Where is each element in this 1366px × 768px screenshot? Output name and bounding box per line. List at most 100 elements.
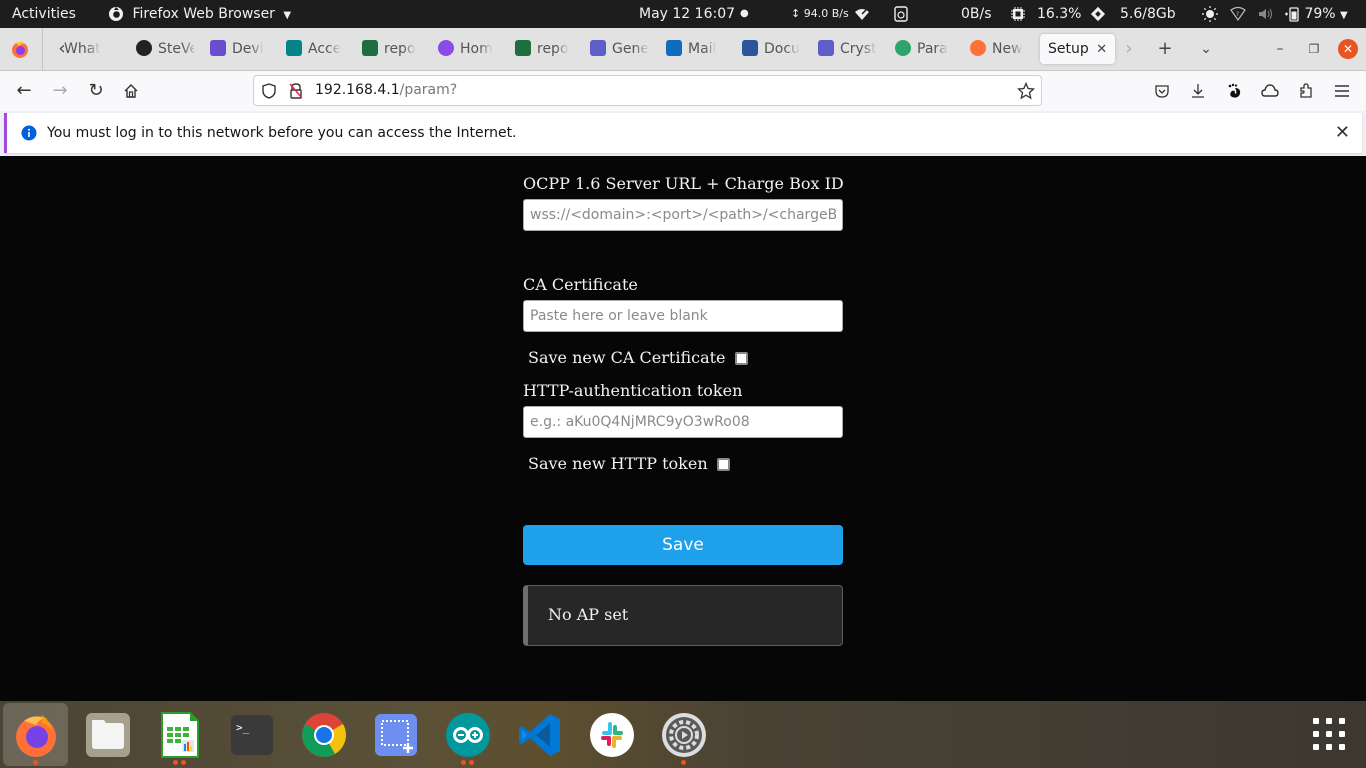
info-icon [21,125,37,141]
files-folder-icon [86,713,130,757]
pocket-icon [1155,85,1169,98]
network-status-icon[interactable]: ? [1230,0,1246,28]
notification-dot-icon: ● [740,8,749,19]
cloud-sync-button[interactable] [1258,79,1282,103]
firefox-view-button[interactable] [10,40,30,64]
dock-slack[interactable] [588,711,636,759]
microsoft365-icon [438,40,454,56]
dock: >_ [0,701,1366,768]
save-button[interactable]: Save [523,525,843,565]
outlook-icon [666,40,682,56]
running-indicator [173,760,178,765]
new-tab-button[interactable]: + [1151,34,1179,64]
dock-terminal[interactable]: >_ [228,711,276,759]
sharepoint-icon [286,40,302,56]
back-button[interactable]: ← [12,79,36,103]
tab-what[interactable]: What [64,34,114,64]
network-speed: ↕ 94.0 B/s [791,0,849,28]
tab-steve[interactable]: SteVe [136,34,194,64]
tab-label: SteVe [158,41,194,57]
excel-icon [515,40,531,56]
tracking-protection-shield-icon[interactable] [262,83,276,99]
reload-button[interactable]: ↻ [84,79,108,103]
tab-label: Acce [308,41,342,57]
running-indicator [33,760,38,765]
ca-certificate-input[interactable] [523,300,843,332]
dock-screenshot[interactable] [372,711,420,759]
tab-repo[interactable]: repo [362,34,420,64]
tab-strip-divider [42,28,43,71]
dock-files[interactable] [84,711,132,759]
tab-cryst[interactable]: Cryst [818,34,876,64]
tab-gene[interactable]: Gene [590,34,648,64]
close-tab-icon[interactable]: ✕ [1096,42,1107,57]
cpu-icon [1010,0,1026,28]
tab-repo[interactable]: repo [515,34,573,64]
save-ca-certificate-checkbox[interactable] [735,352,748,365]
url-text[interactable]: 192.168.4.1/param? [315,76,457,105]
network-speed-value: 94.0 B/s [803,7,849,20]
app-menu-button[interactable] [1330,79,1354,103]
dock-vscode[interactable] [516,711,564,759]
gnome-extension-button[interactable] [1222,79,1246,103]
url-bar[interactable]: 192.168.4.1/param? [253,75,1042,106]
pocket-button[interactable] [1150,79,1174,103]
clock[interactable]: May 12 16:07 [639,0,735,28]
svg-text:?: ? [1236,11,1239,18]
tab-para[interactable]: Para [895,34,953,64]
battery-indicator[interactable]: 79% ▼ [1284,0,1348,28]
dock-firefox[interactable] [12,711,60,759]
tab-label: Docu [764,41,800,57]
tab-devi[interactable]: Devi [210,34,268,64]
battery-icon [1285,7,1299,22]
tab-docu[interactable]: Docu [742,34,800,64]
restore-button[interactable]: ❐ [1300,34,1328,64]
http-token-input[interactable] [523,406,843,438]
dock-settings[interactable] [660,711,708,759]
chatbot-icon [895,40,911,56]
save-ca-certificate-label: Save new CA Certificate [528,348,726,367]
minimize-button[interactable]: – [1266,34,1294,64]
memory-icon [1090,0,1106,28]
extensions-button[interactable] [1294,79,1318,103]
volume-muted-icon[interactable] [1257,0,1273,28]
brightness-icon[interactable] [1202,0,1218,28]
arduino-icon [446,713,490,757]
downloads-button[interactable] [1186,79,1210,103]
vscode-icon [519,714,560,756]
forward-button[interactable]: → [48,79,72,103]
tab-label: Setup [1048,41,1089,57]
dock-chrome[interactable] [300,711,348,759]
list-all-tabs-button[interactable]: ⌄ [1192,34,1220,64]
download-icon [1192,84,1204,98]
show-applications-button[interactable] [1312,717,1346,751]
dock-arduino[interactable] [444,711,492,759]
dock-libreoffice-calc[interactable] [156,711,204,759]
tab-new[interactable]: New [970,34,1026,64]
chrome-icon [302,713,346,757]
slack-icon [590,713,634,757]
activities-button[interactable]: Activities [12,0,76,28]
home-button[interactable] [119,79,143,103]
insecure-lock-icon[interactable] [288,82,304,100]
tab-hom[interactable]: Hom [438,34,496,64]
tab-mail[interactable]: Mail [666,34,718,64]
close-notification-button[interactable]: ✕ [1335,122,1350,143]
navigation-toolbar: ← → ↻ 192.168.4.1/param? [0,71,1366,111]
tab-label: Hom [460,41,493,57]
wifi-icon[interactable] [854,0,870,28]
scroll-tabs-right-button[interactable]: › [1115,34,1143,64]
hamburger-menu-icon [1335,85,1349,97]
app-name: Firefox Web Browser [132,6,275,22]
save-http-token-checkbox[interactable] [717,458,730,471]
tab-setup-active[interactable]: Setup ✕ [1040,34,1116,64]
firefox-icon [970,40,986,56]
tab-acce[interactable]: Acce [286,34,344,64]
close-window-button[interactable]: ✕ [1338,39,1358,59]
bookmark-star-icon[interactable] [1017,82,1035,100]
ocpp-url-input[interactable] [523,199,843,231]
app-grid-icon [1313,718,1345,750]
captive-portal-notification: You must log in to this network before y… [4,113,1362,153]
ocpp-url-label: OCPP 1.6 Server URL + Charge Box ID [523,174,844,193]
app-menu[interactable]: Firefox Web Browser ▼ [108,0,291,28]
